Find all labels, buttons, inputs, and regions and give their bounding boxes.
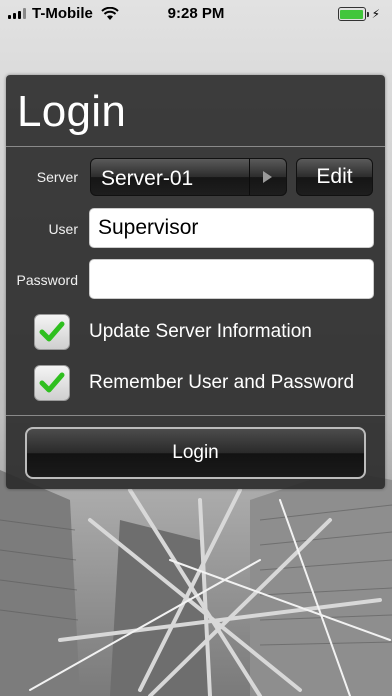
- status-time: 9:28 PM: [167, 5, 225, 22]
- remember-credentials-checkbox[interactable]: [34, 365, 70, 401]
- charging-bolt-icon: ⚡: [371, 7, 380, 21]
- battery-indicator: ⚡: [337, 7, 380, 21]
- checkmark-icon: [39, 372, 65, 393]
- user-label: User: [48, 221, 78, 237]
- password-label: Password: [16, 272, 78, 288]
- update-server-checkbox[interactable]: [34, 314, 70, 350]
- user-field[interactable]: Supervisor: [89, 208, 374, 248]
- status-bar: T-Mobile 9:28 PM ⚡: [0, 0, 392, 28]
- battery-icon: [337, 7, 366, 21]
- remember-credentials-label: Remember User and Password: [89, 372, 355, 393]
- login-panel: Login Server Server-01 Edit User Supervi…: [6, 75, 385, 489]
- checkmark-icon: [39, 321, 65, 342]
- server-select[interactable]: Server-01: [90, 158, 287, 196]
- divider: [6, 146, 385, 147]
- server-label: Server: [36, 169, 78, 185]
- server-select-value: Server-01: [101, 167, 194, 190]
- password-field[interactable]: [89, 259, 374, 299]
- divider: [6, 415, 385, 416]
- page-title: Login: [17, 87, 127, 136]
- update-server-label: Update Server Information: [89, 321, 312, 342]
- server-disclosure[interactable]: [249, 159, 286, 195]
- edit-server-button[interactable]: Edit: [296, 158, 373, 196]
- chevron-right-icon: [263, 171, 272, 183]
- login-button[interactable]: Login: [25, 427, 366, 479]
